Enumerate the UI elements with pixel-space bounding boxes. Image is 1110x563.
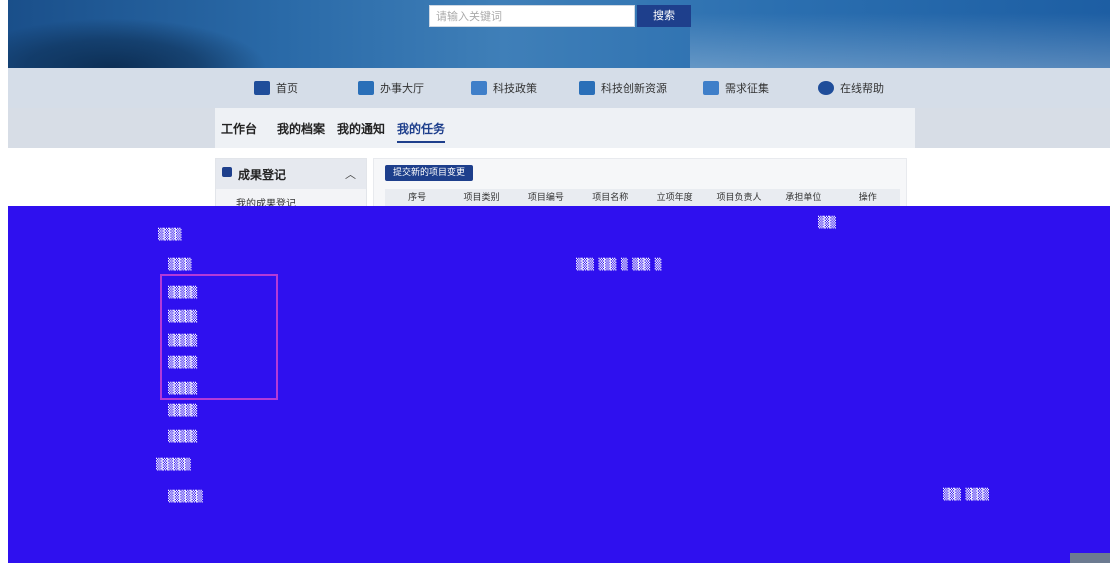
nav-resources[interactable]: 科技创新资源 [579,80,667,96]
banner-landscape [8,18,268,68]
glitch-frame [160,274,278,400]
nav-label: 办事大厅 [380,82,424,95]
column-header: 项目负责人 [716,193,762,203]
tab-my-tasks[interactable]: 我的任务 [397,120,446,143]
content-area: 成果登记 ︿ 我的成果登记 提交新的项目变更 序号 项目类别 项目编号 项目名称… [8,148,1110,210]
sidebar-section-title: 成果登记 [238,167,287,182]
glitch-text: ▒▒▒▒ [168,258,191,271]
tab-workbench[interactable]: 工作台 [221,120,257,137]
building-icon [358,81,374,95]
column-header: 项目编号 [527,193,564,203]
search-button[interactable]: 搜索 [637,5,691,27]
column-header: 承担单位 [785,193,822,203]
main-nav: 首页 办事大厅 科技政策 科技创新资源 需求征集 在线帮助 [8,68,1110,108]
tab-my-profile[interactable]: 我的档案 [277,120,325,137]
sub-nav-bar: 工作台 我的档案 我的通知 我的任务 [215,108,915,148]
sidebar-section-header[interactable]: 成果登记 ︿ [216,159,366,189]
nav-label: 科技创新资源 [601,82,667,95]
column-header: 立项年度 [656,193,693,203]
folder-icon [579,81,595,95]
nav-help[interactable]: 在线帮助 [818,80,884,96]
folder-icon [703,81,719,95]
home-icon [254,81,270,95]
submit-project-change-button[interactable]: 提交新的项目变更 [385,165,473,181]
help-icon [818,81,834,95]
search-input[interactable]: 请输入关键词 [429,5,635,27]
column-header: 项目类别 [463,193,500,203]
column-header: 序号 [408,193,427,203]
nav-service-hall[interactable]: 办事大厅 [358,80,424,96]
nav-home[interactable]: 首页 [254,80,298,96]
glitch-text: ▒▒▒▒▒ [168,430,197,443]
column-header: 操作 [858,193,877,203]
glitch-corner [1070,553,1110,563]
glitch-text: ▒▒▒▒▒▒ [156,458,191,471]
chevron-up-icon[interactable]: ︿ [345,166,356,182]
sub-nav: 工作台 我的档案 我的通知 我的任务 [8,108,1110,148]
main-panel: 提交新的项目变更 序号 项目类别 项目编号 项目名称 立项年度 项目负责人 承担… [373,158,907,208]
sidebar: 成果登记 ︿ 我的成果登记 [215,158,367,210]
rendering-glitch-overlay: ▒▒▒▒ ▒▒▒▒ ▒▒▒▒▒ ▒▒▒▒▒ ▒▒▒▒▒ ▒▒▒▒▒ ▒▒▒▒▒ … [8,206,1110,563]
lock-icon [222,167,232,177]
glitch-text: ▒▒▒▒ [158,228,181,241]
tab-my-notifications[interactable]: 我的通知 [337,120,385,137]
nav-policy[interactable]: 科技政策 [471,80,537,96]
glitch-text: ▒▒▒ ▒▒▒ ▒ ▒▒▒ ▒ [576,258,661,271]
glitch-text: ▒▒▒ [818,216,836,229]
nav-label: 需求征集 [725,82,769,95]
column-header: 项目名称 [592,193,629,203]
table-header: 序号 项目类别 项目编号 项目名称 立项年度 项目负责人 承担单位 操作 [385,189,900,207]
glitch-text: ▒▒▒▒▒▒ [168,490,203,503]
nav-label: 科技政策 [493,82,537,95]
nav-label: 首页 [276,82,298,95]
glitch-text: ▒▒▒▒▒ [168,404,197,417]
nav-label: 在线帮助 [840,82,884,95]
nav-demand[interactable]: 需求征集 [703,80,769,96]
glitch-text: ▒▒▒ ▒▒▒▒ [943,488,989,501]
folder-icon [471,81,487,95]
banner-mist [690,13,1110,68]
